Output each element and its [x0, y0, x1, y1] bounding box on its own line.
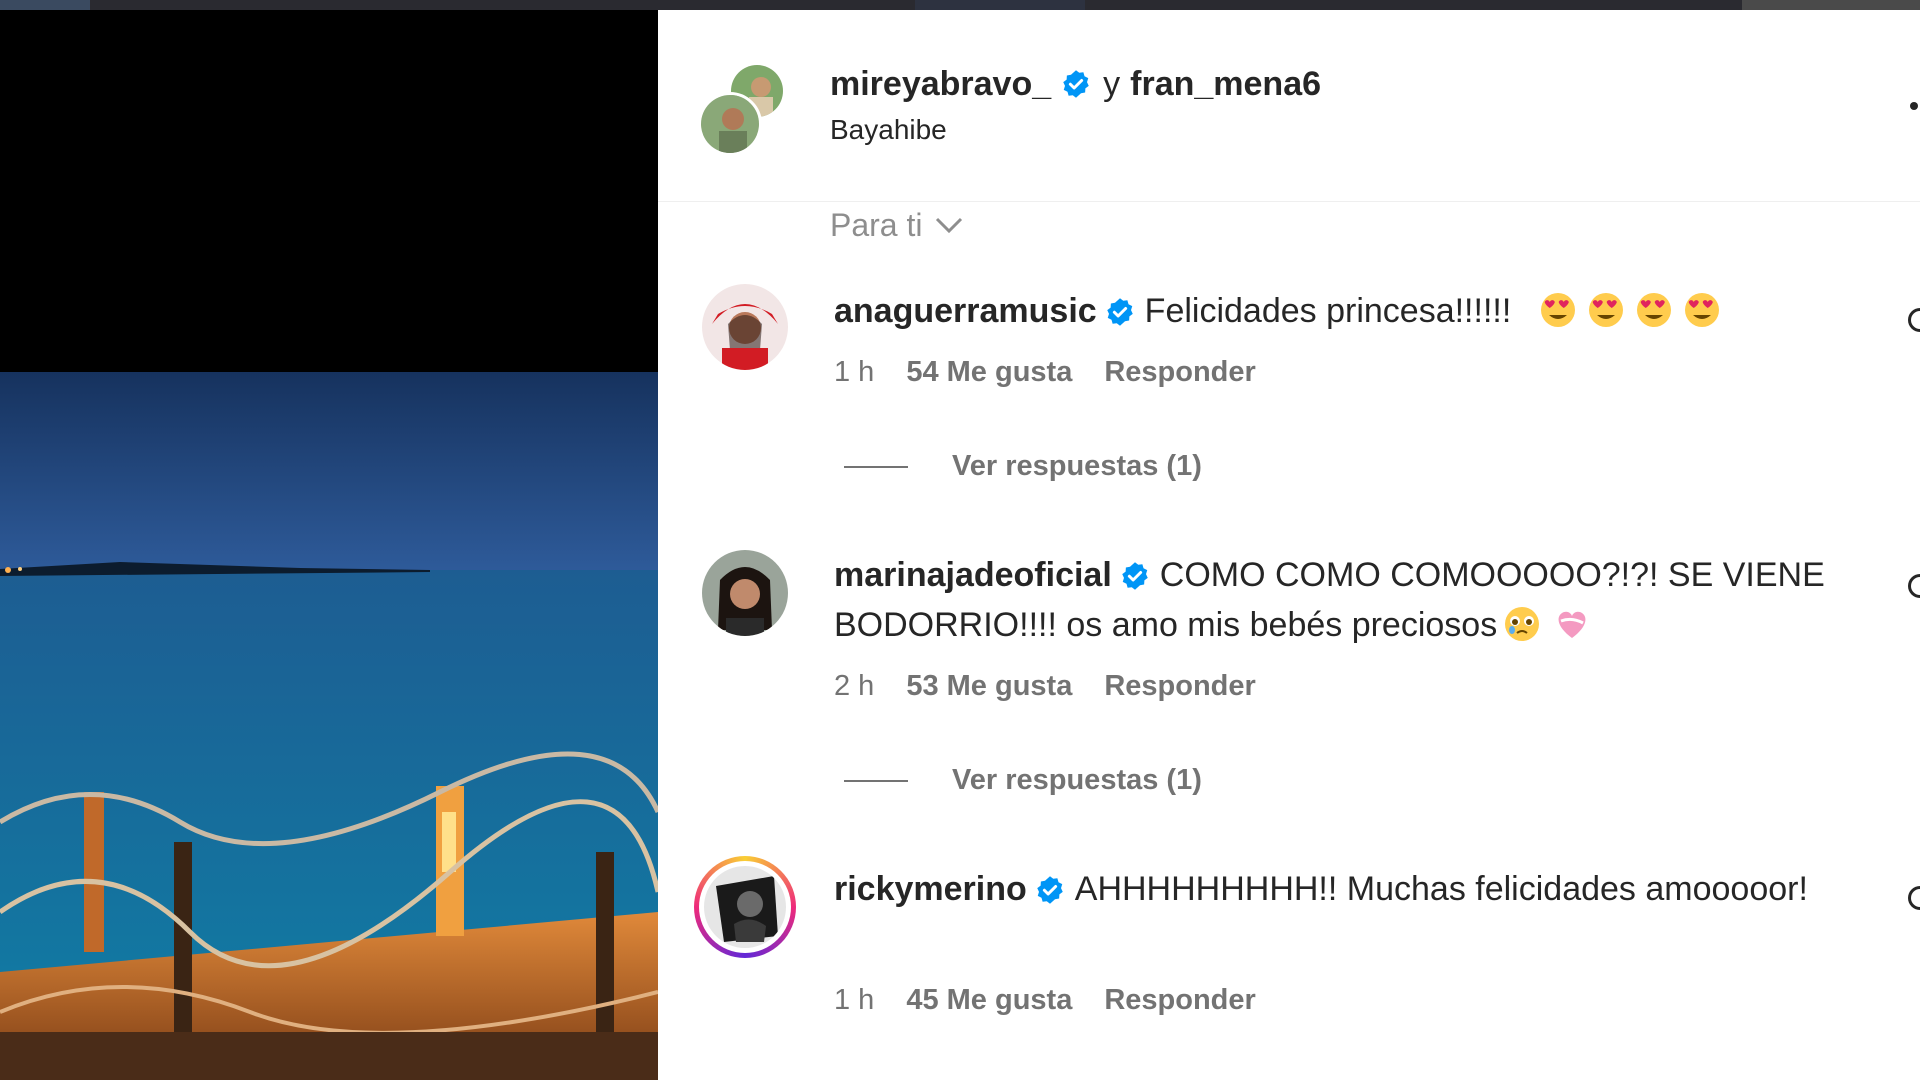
more-options-icon[interactable]	[1910, 102, 1918, 110]
post-header: mireyabravo_ y fran_mena6 Bayahibe	[658, 10, 1920, 202]
reply-button[interactable]: Responder	[1104, 356, 1255, 389]
collab-avatars[interactable]	[698, 62, 788, 160]
like-heart-icon[interactable]	[1908, 886, 1920, 910]
verified-badge-icon	[1106, 298, 1133, 326]
background-feed-strip	[0, 0, 1920, 10]
comment-likes[interactable]: 54 Me gusta	[906, 356, 1072, 389]
comment-username[interactable]: marinajadeoficial	[834, 556, 1112, 594]
avatar	[704, 866, 786, 948]
sort-label: Para ti	[830, 206, 923, 243]
comment-text: AHHHHHHHHH!! Muchas felicidades amooooor…	[1074, 870, 1808, 908]
view-replies-label: Ver respuestas (1)	[952, 450, 1202, 482]
comment-username[interactable]: anaguerramusic	[834, 292, 1097, 330]
pleading-face-emoji-icon	[1505, 607, 1540, 641]
view-replies-button[interactable]: Ver respuestas (1)	[844, 764, 1202, 797]
heart-eyes-emoji-icon	[1540, 293, 1575, 327]
reply-button[interactable]: Responder	[1104, 670, 1255, 703]
comment-likes[interactable]: 53 Me gusta	[906, 670, 1072, 703]
heart-eyes-emoji-icon	[1684, 293, 1719, 327]
comments-panel: mireyabravo_ y fran_mena6 Bayahibe Para …	[658, 10, 1920, 1080]
reply-button[interactable]: Responder	[1104, 984, 1255, 1017]
comment-text: Felicidades princesa!!!!!!	[1144, 292, 1512, 330]
comment-time[interactable]: 1 h	[834, 356, 874, 389]
author-username[interactable]: mireyabravo_	[830, 65, 1051, 104]
comment-time[interactable]: 2 h	[834, 670, 874, 703]
comment-username[interactable]: rickymerino	[834, 870, 1027, 908]
post-authors: mireyabravo_ y fran_mena6	[830, 62, 1321, 106]
view-replies-button[interactable]: Ver respuestas (1)	[844, 450, 1202, 483]
comment-time[interactable]: 1 h	[834, 984, 874, 1017]
heart-emoji-icon	[1558, 611, 1586, 638]
verified-badge-icon	[1037, 876, 1063, 904]
post-location[interactable]: Bayahibe	[830, 114, 947, 146]
heart-eyes-emoji-icon	[1588, 293, 1623, 327]
replies-divider	[844, 465, 908, 468]
verified-badge-icon	[1122, 562, 1148, 590]
avatar	[698, 92, 762, 156]
avatar[interactable]	[702, 550, 788, 636]
author-username[interactable]: fran_mena6	[1130, 65, 1321, 104]
comment-sort-dropdown[interactable]: Para ti	[830, 202, 964, 248]
verified-badge-icon	[1063, 70, 1089, 98]
post-media[interactable]	[0, 10, 658, 1080]
avatar[interactable]	[702, 284, 788, 370]
author-joiner: y	[1103, 64, 1121, 103]
heart-eyes-emoji-icon	[1636, 293, 1671, 327]
post-photo	[0, 372, 658, 1080]
like-heart-icon[interactable]	[1908, 574, 1920, 598]
chevron-down-icon	[936, 217, 963, 234]
comment-likes[interactable]: 45 Me gusta	[906, 984, 1072, 1017]
replies-divider	[844, 779, 908, 782]
view-replies-label: Ver respuestas (1)	[952, 764, 1202, 796]
story-ring[interactable]	[694, 856, 796, 958]
like-heart-icon[interactable]	[1908, 308, 1920, 332]
